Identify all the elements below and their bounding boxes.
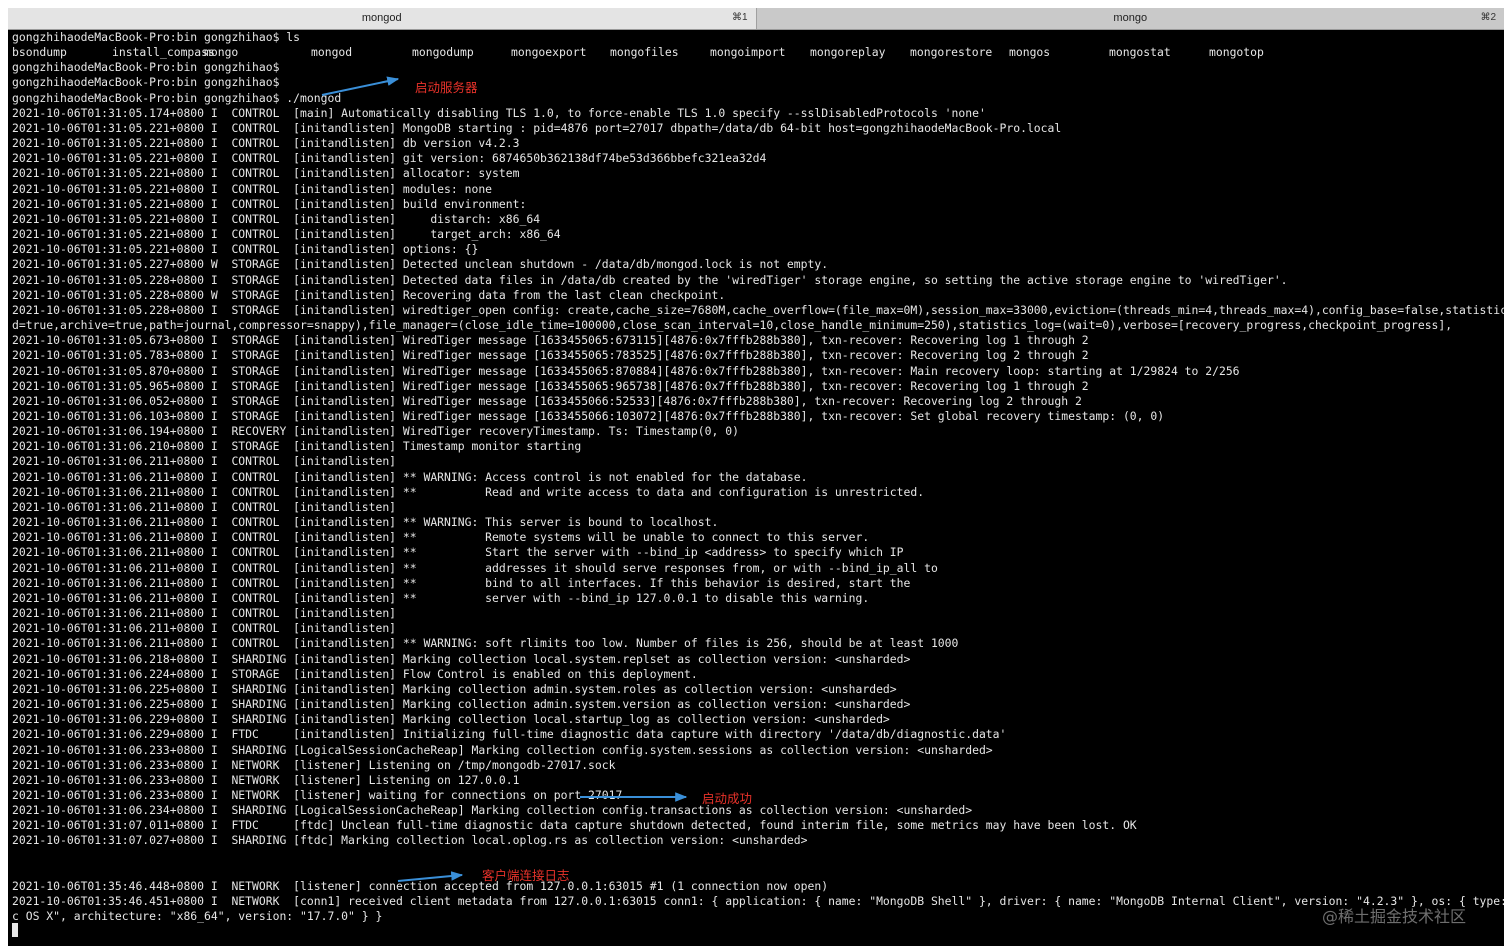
tab-mongod[interactable]: mongod ⌘1 (8, 8, 756, 29)
log-line: 2021-10-06T01:31:06.103+0800 I STORAGE [… (12, 409, 1165, 423)
ls-file-entry: mongoexport (511, 45, 587, 60)
log-line: 2021-10-06T01:31:06.229+0800 I SHARDING … (12, 712, 890, 727)
log-line: 2021-10-06T01:31:05.227+0800 W STORAGE [… (12, 257, 829, 272)
watermark: @稀土掘金技术社区 (1322, 907, 1467, 926)
log-line: 2021-10-06T01:31:07.027+0800 I SHARDING … (12, 833, 808, 848)
log-line: 2021-10-06T01:31:06.194+0800 I RECOVERY … (12, 424, 739, 439)
log-line: 2021-10-06T01:31:06.211+0800 I CONTROL [… (12, 621, 397, 636)
log-line: 2021-10-06T01:31:05.221+0800 I CONTROL [… (12, 211, 541, 226)
log-line: 2021-10-06T01:31:05.221+0800 I CONTROL [… (12, 242, 479, 257)
ls-file-entry: mongoimport (710, 45, 786, 60)
shell-prompt-line: gongzhihaodeMacBook-Pro:bin gongzhihao$ (12, 60, 280, 75)
tab-bar: mongod ⌘1 mongo ⌘2 (8, 8, 1504, 30)
log-line: 2021-10-06T01:31:05.221+0800 I CONTROL [… (12, 136, 520, 151)
tab-shortcut: ⌘1 (731, 12, 748, 23)
log-line: 2021-10-06T01:31:05.228+0800 I STORAGE [… (12, 272, 1288, 287)
tab-title: mongo (1113, 12, 1148, 24)
log-line: 2021-10-06T01:31:06.229+0800 I FTDC [ini… (12, 727, 1007, 742)
log-line: 2021-10-06T01:31:05.228+0800 I STORAGE [… (12, 302, 1504, 317)
shell-prompt-line: gongzhihaodeMacBook-Pro:bin gongzhihao$ … (12, 90, 342, 105)
log-line: 2021-10-06T01:31:05.221+0800 I CONTROL [… (12, 120, 1062, 135)
log-line: 2021-10-06T01:31:07.011+0800 I FTDC [ftd… (12, 818, 1137, 833)
ls-file-entry: mongos (1009, 45, 1051, 60)
log-line: 2021-10-06T01:31:06.211+0800 I CONTROL [… (12, 499, 397, 514)
log-line: 2021-10-06T01:31:05.783+0800 I STORAGE [… (12, 348, 1089, 363)
ls-file-entry: install_compass (112, 45, 215, 60)
log-line: 2021-10-06T01:31:06.224+0800 I STORAGE [… (12, 666, 698, 681)
log-line: 2021-10-06T01:31:06.233+0800 I NETWORK [… (12, 757, 616, 772)
log-line: 2021-10-06T01:31:06.211+0800 I CONTROL [… (12, 560, 938, 575)
log-line: 2021-10-06T01:31:05.965+0800 I STORAGE [… (12, 378, 1089, 393)
ls-file-entry: mongodump (412, 45, 474, 60)
log-line: 2021-10-06T01:31:05.221+0800 I CONTROL [… (12, 151, 767, 166)
log-line: d=true,archive=true,path=journal,compres… (12, 318, 1453, 333)
log-line: 2021-10-06T01:31:05.174+0800 I CONTROL [… (12, 105, 986, 120)
ls-file-entry: mongofiles (610, 45, 679, 60)
log-line: 2021-10-06T01:31:06.211+0800 I CONTROL [… (12, 575, 911, 590)
log-line: 2021-10-06T01:31:05.221+0800 I CONTROL [… (12, 227, 561, 242)
ls-file-entry: mongo (204, 45, 239, 60)
log-line: 2021-10-06T01:31:06.211+0800 I CONTROL [… (12, 515, 719, 530)
tab-mongo[interactable]: mongo ⌘2 (755, 8, 1504, 29)
log-line: 2021-10-06T01:31:06.210+0800 I STORAGE [… (12, 439, 582, 454)
terminal-window: mongod ⌘1 mongo ⌘2 gongzhihaodeMacBook-P… (8, 8, 1504, 946)
log-line: 2021-10-06T01:31:06.211+0800 I CONTROL [… (12, 590, 870, 605)
log-line: 2021-10-06T01:31:06.225+0800 I SHARDING … (12, 681, 897, 696)
log-line: 2021-10-06T01:31:05.221+0800 I CONTROL [… (12, 196, 527, 211)
log-line: 2021-10-06T01:31:06.211+0800 I CONTROL [… (12, 484, 925, 499)
log-line: 2021-10-06T01:31:05.673+0800 I STORAGE [… (12, 333, 1089, 348)
log-line: 2021-10-06T01:31:06.233+0800 I SHARDING … (12, 742, 993, 757)
shell-prompt-line: gongzhihaodeMacBook-Pro:bin gongzhihao$ … (12, 30, 301, 44)
ls-file-entry: mongoreplay (810, 45, 886, 60)
ls-file-entry: mongorestore (910, 45, 993, 60)
annotation-start-server: 启动服务器 (415, 80, 478, 95)
ls-file-entry: bsondump (12, 45, 67, 60)
annotation-start-success: 启动成功 (702, 791, 753, 806)
ls-file-entry: mongotop (1209, 45, 1264, 60)
log-line: 2021-10-06T01:31:06.234+0800 I SHARDING … (12, 803, 973, 818)
log-line: 2021-10-06T01:31:06.218+0800 I SHARDING … (12, 651, 911, 666)
log-line: 2021-10-06T01:31:06.211+0800 I CONTROL [… (12, 606, 397, 621)
log-line: 2021-10-06T01:31:06.211+0800 I CONTROL [… (12, 530, 870, 545)
log-line: 2021-10-06T01:35:46.451+0800 I NETWORK [… (12, 894, 1504, 909)
annotation-client-connect: 客户端连接日志 (482, 868, 570, 883)
ls-file-entry: mongod (311, 45, 353, 60)
log-line: 2021-10-06T01:31:05.221+0800 I CONTROL [… (12, 166, 520, 181)
log-line: 2021-10-06T01:31:06.052+0800 I STORAGE [… (12, 393, 1082, 408)
log-line: 2021-10-06T01:31:05.870+0800 I STORAGE [… (12, 363, 1240, 378)
shell-prompt-line: gongzhihaodeMacBook-Pro:bin gongzhihao$ (12, 75, 280, 90)
ls-file-entry: mongostat (1109, 45, 1171, 60)
log-line: 2021-10-06T01:31:06.211+0800 I CONTROL [… (12, 636, 959, 651)
log-line: 2021-10-06T01:31:05.221+0800 I CONTROL [… (12, 181, 493, 196)
log-line: 2021-10-06T01:31:06.211+0800 I CONTROL [… (12, 454, 397, 469)
log-line: 2021-10-06T01:31:06.233+0800 I NETWORK [… (12, 788, 623, 802)
log-line: 2021-10-06T01:31:06.225+0800 I SHARDING … (12, 697, 911, 712)
log-line: 2021-10-06T01:31:05.228+0800 W STORAGE [… (12, 287, 726, 302)
tab-shortcut: ⌘2 (1480, 12, 1496, 23)
log-line: c OS X", architecture: "x86_64", version… (12, 909, 383, 924)
text-cursor (12, 923, 18, 937)
tab-title: mongod (361, 12, 402, 24)
terminal-output[interactable]: gongzhihaodeMacBook-Pro:bin gongzhihao$ … (12, 30, 1504, 946)
log-line: 2021-10-06T01:35:46.448+0800 I NETWORK [… (12, 878, 829, 893)
log-line: 2021-10-06T01:31:06.211+0800 I CONTROL [… (12, 469, 808, 484)
log-line: 2021-10-06T01:31:06.233+0800 I NETWORK [… (12, 772, 520, 787)
log-line: 2021-10-06T01:31:06.211+0800 I CONTROL [… (12, 545, 904, 560)
